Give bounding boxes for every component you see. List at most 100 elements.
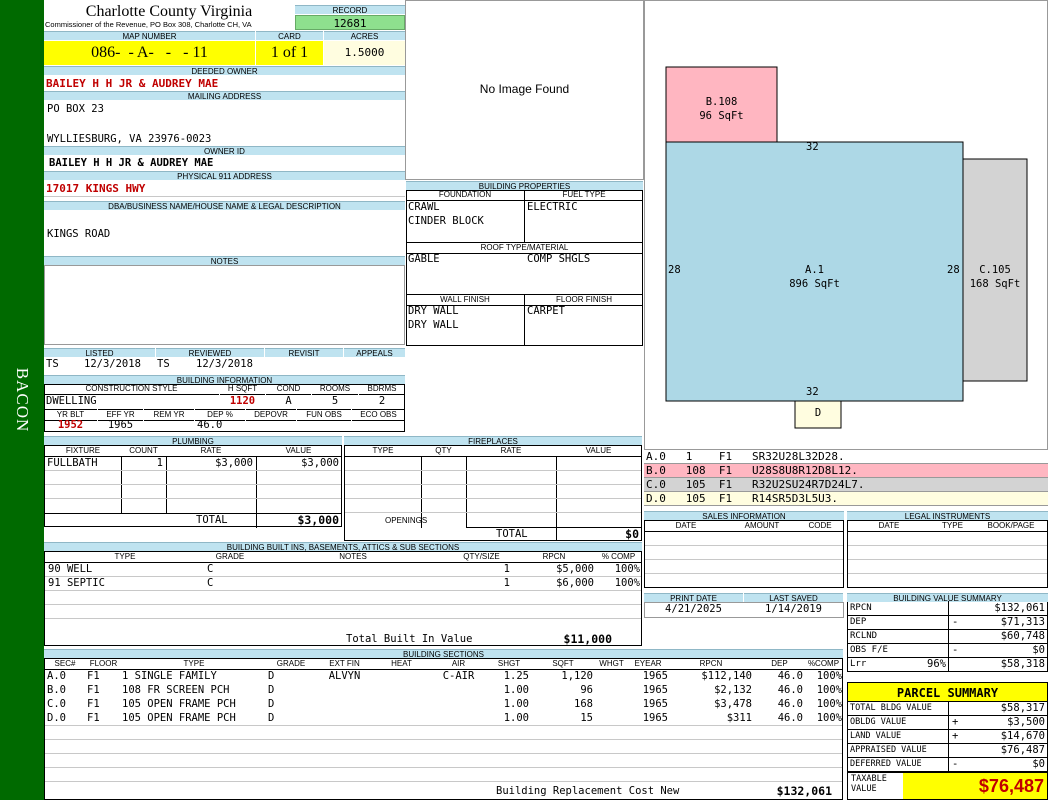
parcel-sign: - [952, 758, 959, 770]
parcel-summary-title: PARCEL SUMMARY [847, 682, 1048, 702]
section-floor: F1 [87, 670, 100, 682]
section-comp: 100% [816, 670, 842, 682]
parcel-value: $76,487 [1000, 744, 1045, 756]
taxable-value: $76,487 [903, 773, 1047, 799]
fireplaces-total-label: TOTAL [496, 528, 528, 540]
sections-col-heat: HEAT [373, 659, 430, 670]
sales-header: SALES INFORMATION [644, 511, 844, 521]
parcel-label: LAND VALUE [850, 731, 902, 741]
openings-label: OPENINGS [385, 516, 428, 525]
mailing-line-1: PO BOX 23 [47, 103, 104, 115]
sections-col-extfin: EXT FIN [316, 659, 373, 670]
county-subtitle: Commissioner of the Revenue, PO Box 308,… [45, 20, 252, 29]
section-grade: D [268, 684, 275, 696]
section-shgt: 1.00 [503, 698, 529, 710]
sketch-b-area: 96 SqFt [699, 110, 744, 122]
owner-id: BAILEY H H JR & AUDREY MAE [49, 157, 214, 169]
section-type: 105 OPEN FRAME PCH [122, 712, 236, 724]
parcel-sign: + [952, 730, 959, 742]
sketch-dim-top: 32 [806, 141, 819, 153]
section-dep: 46.0 [777, 670, 803, 682]
parcel-summary-row: DEFERRED VALUE - $0 [847, 757, 1048, 772]
section-sqft: 96 [580, 684, 593, 696]
section-shgt: 1.25 [503, 670, 529, 682]
parcel-summary-row: TOTAL BLDG VALUE $58,317 [847, 701, 1048, 716]
section-shgt: 1.00 [503, 684, 529, 696]
sections-col-type: TYPE [122, 659, 266, 670]
value-summary-value: $60,748 [1000, 630, 1045, 642]
plumbing-col-fixture: FIXTURE [45, 446, 121, 457]
sections-col-rpcn: RPCN [668, 659, 754, 670]
parcel-label: TOTAL BLDG VALUE [850, 703, 932, 713]
plumbing-header: PLUMBING [44, 436, 342, 446]
builtins-table: TYPE GRADE NOTES QTY/SIZE RPCN % COMP 90… [44, 551, 642, 646]
vector-line: C.0 105 F1 R32U2SU24R7D24L7. [644, 478, 1048, 492]
sketch-dim-left: 28 [668, 264, 681, 276]
value-summary-label: OBS F/E [850, 645, 888, 655]
sketch-c-area: 168 SqFt [969, 278, 1021, 290]
section-row: D.0 F1 105 OPEN FRAME PCH D 1.00 15 1965 $311 46… [45, 712, 842, 726]
builtin-1-comp: 100% [614, 563, 640, 575]
sketch-d-label: D [814, 407, 822, 419]
map-number: 086- - A- - - 11 [44, 41, 255, 65]
section-floor: F1 [87, 698, 100, 710]
builtins-col-comp: % COMP [596, 552, 641, 563]
dba-header: DBA/BUSINESS NAME/HOUSE NAME & LEGAL DES… [44, 201, 405, 211]
section-eyear: 1965 [642, 684, 668, 696]
sections-col-floor: FLOOR [85, 659, 122, 670]
fireplaces-col-rate: RATE [466, 446, 556, 457]
value-summary-label: DEP [850, 617, 867, 627]
plumbing-col-value: VALUE [256, 446, 341, 457]
plumbing-col-count: COUNT [121, 446, 166, 457]
notes-area [44, 265, 405, 345]
fireplaces-table: TYPE QTY RATE VALUE OPENINGS TOTAL $0 [344, 445, 642, 541]
fireplaces-col-value: VALUE [556, 446, 641, 457]
plumbing-total: $3,000 [297, 513, 339, 527]
section-dep: 46.0 [777, 684, 803, 696]
parcel-value: $0 [1032, 758, 1045, 770]
section-sqft: 1,120 [561, 670, 593, 682]
section-comp: 100% [816, 698, 842, 710]
sketch-area: B.108 96 SqFt A.1 896 SqFt C.105 168 SqF… [644, 0, 1048, 450]
record-header: RECORD [295, 5, 405, 15]
legal-table: DATE TYPE BOOK/PAGE [847, 520, 1048, 588]
sections-col-eyear: EYEAR [628, 659, 668, 670]
last-saved-header: LAST SAVED [744, 593, 843, 603]
section-rpcn: $112,140 [701, 670, 752, 682]
value-summary-table: RPCN $132,061 DEP - $71,313 RCLND $60,748 OBS F… [847, 601, 1048, 672]
sections-total-label: Building Replacement Cost New [496, 785, 680, 797]
county-title: Charlotte County Virginia [85, 3, 253, 20]
value-summary-row: RCLND $60,748 [847, 629, 1048, 644]
section-grade: D [268, 698, 275, 710]
section-comp: 100% [816, 712, 842, 724]
sections-col-sec: SEC# [45, 659, 85, 670]
sales-col-amount: AMOUNT [727, 521, 797, 532]
vector-line: A.0 1 F1 SR32U28L32D28. [644, 450, 1048, 464]
parcel-value: $3,500 [1007, 716, 1045, 728]
value-summary-row: DEP - $71,313 [847, 615, 1048, 630]
builtin-2-type: 91 SEPTIC [48, 577, 105, 589]
section-eyear: 1965 [642, 670, 668, 682]
parcel-summary-table: TOTAL BLDG VALUE $58,317 OBLDG VALUE + $3,50… [847, 701, 1048, 772]
plumbing-col-rate: RATE [166, 446, 256, 457]
legal-col-type: TYPE [930, 521, 975, 532]
section-sec: A.0 [47, 670, 66, 682]
section-eyear: 1965 [642, 712, 668, 724]
builtins-col-notes: NOTES [255, 552, 451, 563]
listed-by: TS [46, 358, 59, 370]
parcel-summary-row: LAND VALUE + $14,670 [847, 729, 1048, 744]
section-sec: B.0 [47, 684, 66, 696]
mailing-line-2: WYLLIESBURG, VA 23976-0023 [47, 133, 212, 145]
value-summary-label: Lrr [850, 659, 867, 669]
section-shgt: 1.00 [503, 712, 529, 724]
value-summary-value: $71,313 [1000, 616, 1045, 628]
acres-header: ACRES [324, 31, 405, 41]
section-type: 1 SINGLE FAMILY [122, 670, 217, 682]
value-summary-label: RCLND [850, 631, 878, 641]
section-grade: D [268, 712, 275, 724]
sections-col-comp: %COMP [805, 659, 842, 670]
section-sqft: 168 [574, 698, 593, 710]
sections-col-whgt: WHGT [595, 659, 628, 670]
sections-total: $132,061 [776, 784, 832, 798]
no-image-text: No Image Found [479, 82, 570, 96]
